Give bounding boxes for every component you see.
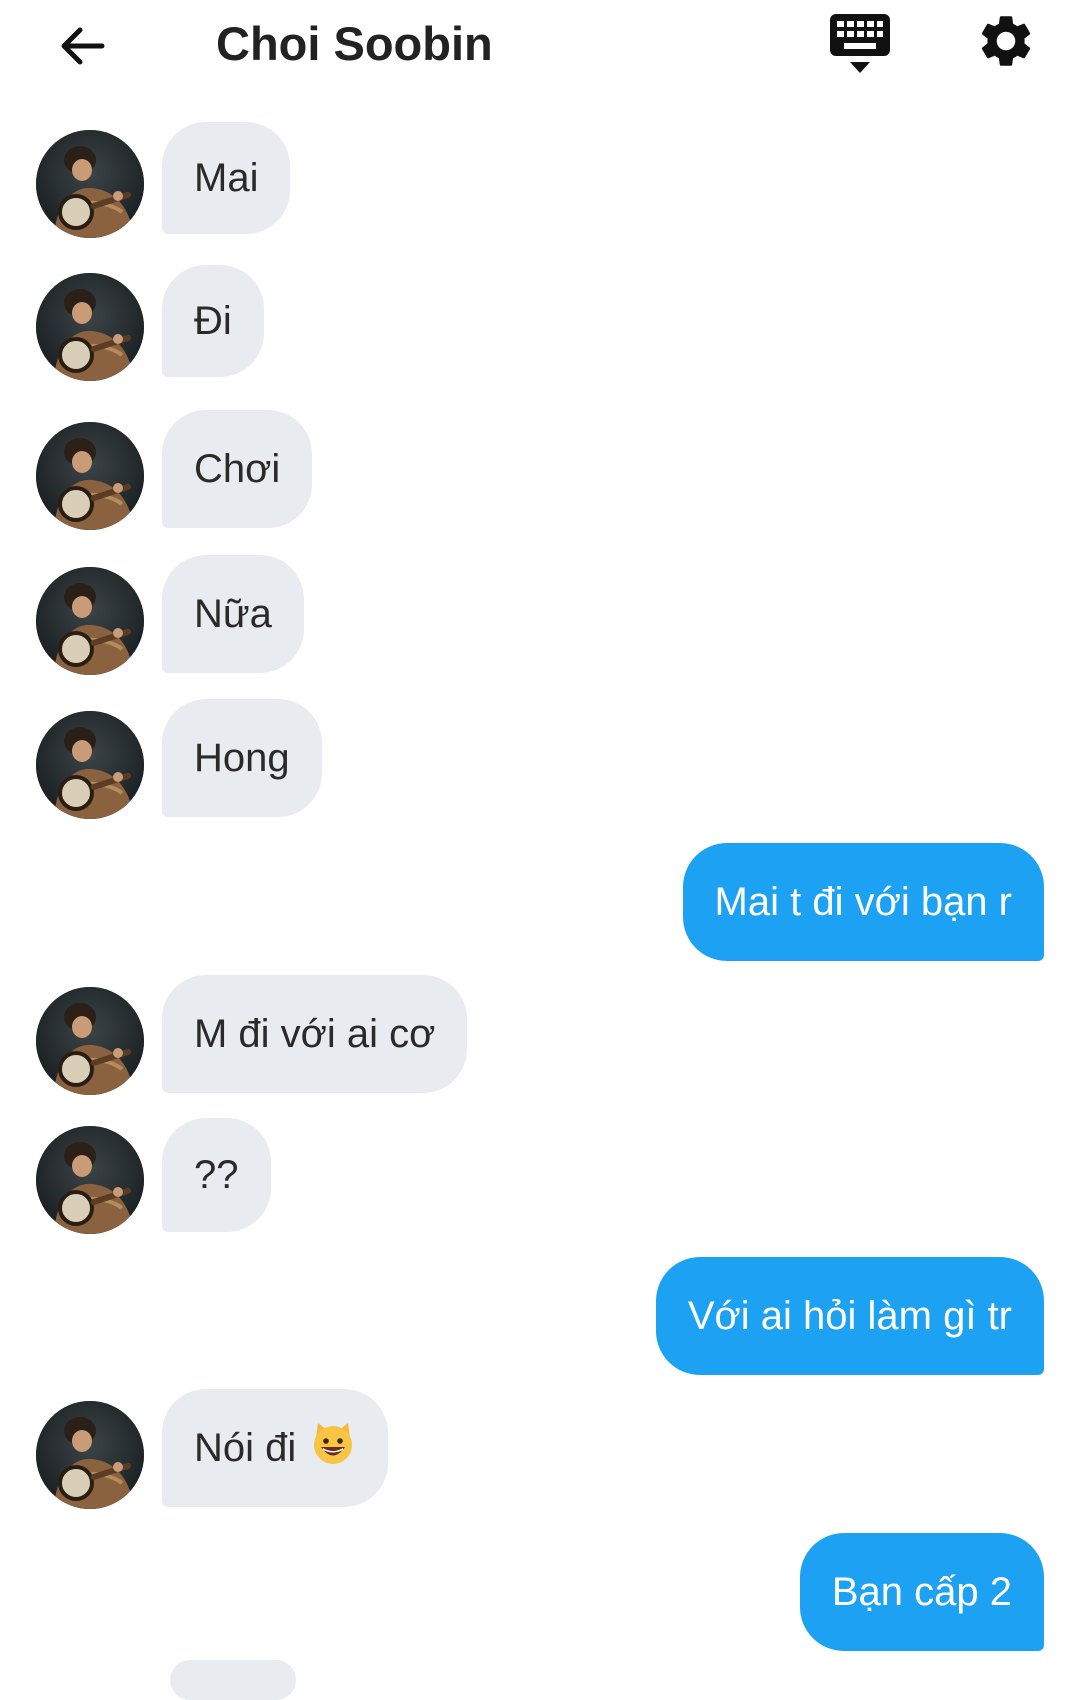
avatar[interactable] (36, 987, 144, 1095)
keyboard-toggle-button[interactable] (826, 10, 894, 80)
back-button[interactable] (50, 14, 114, 78)
avatar[interactable] (36, 1401, 144, 1509)
message-bubble-outgoing[interactable]: Bạn cấp 2 (799, 1533, 1044, 1651)
message-row: Chơi (0, 410, 1080, 530)
message-row: Bạn cấp 2 (0, 1533, 1080, 1651)
message-bubble-outgoing[interactable]: Với ai hỏi làm gì tr (655, 1257, 1044, 1375)
keyboard-icon (830, 14, 890, 73)
avatar[interactable] (36, 130, 144, 238)
message-text: Nói đi (194, 1425, 297, 1470)
message-row: Đi (0, 265, 1080, 381)
message-bubble-partial[interactable] (170, 1660, 296, 1700)
message-bubble-incoming[interactable]: Nữa (162, 555, 304, 673)
avatar[interactable] (36, 567, 144, 675)
message-row: Nữa (0, 555, 1080, 675)
message-bubble-incoming[interactable]: ?? (162, 1118, 271, 1232)
message-row: Nói đi (0, 1389, 1080, 1509)
chat-header: Choi Soobin (0, 0, 1080, 100)
cat-grin-emoji (310, 1420, 356, 1476)
message-row: M đi với ai cơ (0, 975, 1080, 1095)
message-row: Mai (0, 122, 1080, 238)
message-bubble-incoming[interactable]: M đi với ai cơ (162, 975, 468, 1093)
avatar[interactable] (36, 1126, 144, 1234)
avatar[interactable] (36, 273, 144, 381)
arrow-left-icon (61, 27, 105, 65)
message-row: Với ai hỏi làm gì tr (0, 1257, 1080, 1375)
message-bubble-incoming[interactable]: Mai (162, 122, 291, 234)
message-row: Mai t đi với bạn r (0, 843, 1080, 961)
message-bubble-incoming[interactable]: Nói đi (162, 1389, 389, 1507)
conversation-title: Choi Soobin (216, 17, 493, 70)
gear-icon (981, 16, 1031, 66)
message-row: ?? (0, 1118, 1080, 1234)
avatar[interactable] (36, 422, 144, 530)
message-bubble-incoming[interactable]: Đi (162, 265, 264, 377)
message-bubble-incoming[interactable]: Chơi (162, 410, 313, 528)
message-bubble-incoming[interactable]: Hong (162, 699, 322, 817)
message-row: Hong (0, 699, 1080, 819)
avatar[interactable] (36, 711, 144, 819)
settings-button[interactable] (975, 10, 1037, 72)
message-bubble-outgoing[interactable]: Mai t đi với bạn r (682, 843, 1044, 961)
